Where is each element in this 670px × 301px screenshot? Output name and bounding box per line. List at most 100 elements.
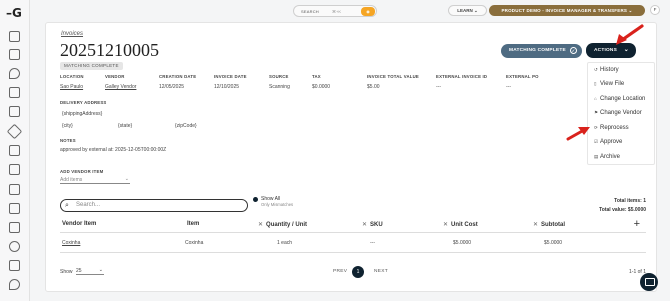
search-label: SEARCH [301,9,319,14]
top-bar: SEARCH ⌘+K ◉ LEARN ⌄ PRODUCT DEMO - INVO… [30,0,670,22]
pagination: Show 25 ⌄ PREV 1 NEXT 1-1 of 1 [60,266,646,280]
total-value: Total value: $5.0000 [599,207,646,213]
matching-complete-button[interactable]: MATCHING COMPLETE ✓ [501,44,582,58]
source-value: Scanning [269,84,290,90]
chevron-down-icon: ⌄ [124,176,129,182]
add-column-icon[interactable]: + [634,218,640,230]
invoice-date-label: INVOICE DATE [214,74,247,79]
page-size-select[interactable]: 25 ⌄ [76,267,104,275]
location-icon[interactable] [9,279,20,290]
status-badge: MATCHING COMPLETE [60,62,123,70]
shipping-address: {shippingAddress} [62,111,103,117]
chevron-down-icon: ⌄ [98,267,103,273]
cell-vendor-item[interactable]: Coxinha [62,240,80,246]
notes-label: NOTES [60,138,76,143]
vendor-value[interactable]: Galley Vendor [105,84,136,90]
menu-item-change-vendor[interactable]: ⚑ Change Vendor [594,110,642,116]
notes-value: approved by external at: 2025-12-05T00:0… [60,147,167,153]
product-demo-button[interactable]: PRODUCT DEMO - INVOICE MANAGER & TRANSFE… [489,5,645,16]
close-icon[interactable]: ✕ [258,222,263,228]
column-unit-cost[interactable]: ✕ Unit Cost [443,221,478,228]
column-item[interactable]: Item [187,221,199,227]
sliders-icon[interactable] [9,260,20,271]
cell-unit-cost: $5.0000 [453,240,472,246]
learn-button[interactable]: LEARN ⌄ [448,5,487,16]
chat-icon[interactable] [640,273,658,291]
zip-code: {zipCode} [175,123,197,129]
invoice-date-value: 12/10/2025 [214,84,240,90]
search-icon: ⌕ [65,202,69,209]
check-circle-icon: ✓ [570,47,577,54]
invoice-total-value: $5.00 [367,84,380,90]
cup-icon[interactable] [9,106,20,117]
add-vendor-item-label: ADD VENDOR ITEM [60,169,104,174]
location-pin-icon[interactable] [9,68,20,79]
cell-quantity-unit: 1 each [277,240,293,246]
delivery-address-label: DELIVERY ADDRESS [60,100,107,105]
table-search-input[interactable]: ⌕ Search... [60,199,248,212]
source-label: SOURCE [269,74,289,79]
prev-button[interactable]: PREV [333,269,347,274]
column-subtotal[interactable]: ✕ Subtotal [533,221,565,228]
menu-item-reprocess[interactable]: ⟳ Reprocess [594,125,629,131]
history-icon: ↺ [594,67,598,72]
table-header: Vendor Item Item ✕ Quantity / Unit ✕ SKU ✕… [60,217,646,233]
actions-label: ACTIONS [594,48,617,53]
actions-menu: ↺ History ▯ View File ⌂ Change Location ⚑ Ch… [587,62,655,165]
menu-item-label: View File [600,81,625,87]
table-row: Coxinha Coxinha 1 each --- $5.0000 $5.00… [60,234,646,253]
column-vendor-item[interactable]: Vendor Item [62,221,96,227]
global-search-button[interactable]: SEARCH ⌘+K ◉ [293,5,377,17]
show-all-radio[interactable] [253,197,258,202]
menu-item-archive[interactable]: ▤ Archive [594,154,620,160]
cell-sku: --- [370,240,375,246]
add-items-placeholder: Add items [60,177,83,183]
menu-item-view-file[interactable]: ▯ View File [594,81,624,87]
state: {state} [118,123,133,129]
box-icon[interactable] [9,87,20,98]
next-button[interactable]: NEXT [374,269,388,274]
total-items: Total items: 1 [614,198,646,204]
column-sku[interactable]: ✕ SKU [362,221,383,228]
column-label: Subtotal [541,222,566,228]
location-icon: ⌂ [594,96,597,101]
tax-value: $0.0000 [312,84,331,90]
ticket-icon[interactable] [9,145,20,156]
menu-item-label: Approve [600,139,623,145]
building-icon[interactable] [9,222,20,233]
external-po-value: --- [506,84,511,90]
column-quantity-unit[interactable]: ✕ Quantity / Unit [258,221,307,228]
learn-label: LEARN [457,8,473,13]
avatar[interactable]: F [650,5,660,15]
search-shortcut: ⌘+K [332,9,342,14]
tag-icon[interactable] [6,123,23,140]
page-number-button[interactable]: 1 [352,266,364,278]
close-icon[interactable]: ✕ [533,222,538,228]
invoice-card: Invoices 20251210005 MATCHING COMPLETE M… [45,22,657,292]
only-mismatches-label[interactable]: Only Mismatches [261,202,293,207]
menu-item-change-location[interactable]: ⌂ Change Location [594,96,645,102]
assistant-logo-icon[interactable]: ◉ [361,7,375,16]
chef-icon[interactable] [9,241,20,252]
close-icon[interactable]: ✕ [443,222,448,228]
breadcrumb[interactable]: Invoices [61,31,83,37]
book-icon[interactable] [9,49,20,60]
invoices-icon[interactable] [9,31,20,42]
page-size-value: 25 [76,268,82,274]
external-invoice-id-value: --- [436,84,441,90]
app-logo: –G [6,6,22,20]
menu-item-label: History [600,67,619,73]
vendor-label: VENDOR [105,74,125,79]
add-items-select[interactable]: Add items ⌄ [60,176,130,184]
vendor-icon: ⚑ [594,110,599,115]
file-icon: ▯ [594,81,597,86]
document-icon[interactable] [9,203,20,214]
cell-item: Coxinha [185,240,204,246]
grid-icon[interactable] [9,164,20,175]
location-value[interactable]: Sao Paulo [60,84,83,90]
cart-icon[interactable] [9,184,20,195]
menu-item-history[interactable]: ↺ History [594,67,619,73]
archive-icon: ▤ [594,154,599,159]
menu-item-approve[interactable]: ☑ Approve [594,139,622,145]
close-icon[interactable]: ✕ [362,222,367,228]
